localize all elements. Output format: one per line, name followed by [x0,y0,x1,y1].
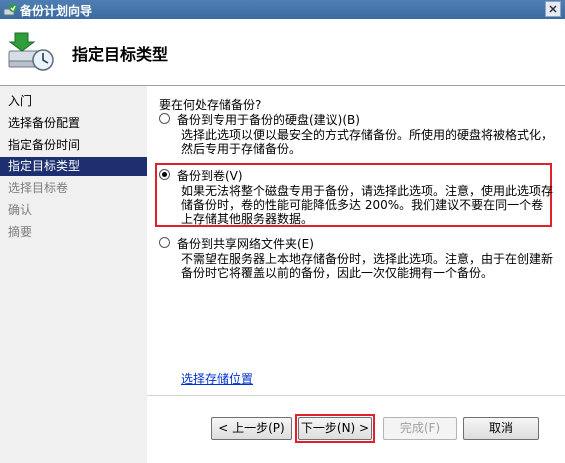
nav-item-getting-started[interactable]: 入门 [0,92,147,111]
cancel-button[interactable]: 取消 [463,417,539,440]
radio-volume[interactable] [159,169,170,180]
option-volume-description: 如果无法将整个磁盘专用于备份，请选择此选项。注意，使用此选项存储备份时，卷的性能… [181,184,554,226]
previous-button[interactable]: < 上一步(P) [211,417,292,440]
wizard-steps-nav: 入门 选择备份配置 指定备份时间 指定目标类型 选择目标卷 确认 摘要 [0,86,147,463]
nav-item-destination-volume: 选择目标卷 [8,181,69,195]
radio-dedicated-disk[interactable] [159,113,170,124]
page-title: 指定目标类型 [72,45,169,64]
option-dedicated-disk[interactable]: 备份到专用于备份的硬盘(建议)(B) 选择此选项以便以最安全的方式存储备份。所使… [159,111,555,161]
close-button[interactable] [545,1,561,17]
option-volume-label[interactable]: 备份到卷(V) [177,167,243,184]
nav-item-summary: 摘要 [8,225,33,239]
option-network-folder-label[interactable]: 备份到共享网络文件夹(E) [177,235,314,252]
window-title: 备份计划向导 [20,4,93,18]
nav-item-confirmation: 确认 [8,203,33,217]
option-network-folder[interactable]: 备份到共享网络文件夹(E) 不需望在服务器上本地存储备份时，选择此选项。注意，由… [159,235,555,285]
title-bar[interactable]: 备份计划向导 [0,0,565,19]
backup-disk-clock-icon [6,27,56,77]
option-dedicated-disk-description: 选择此选项以便以最安全的方式存储备份。所使用的硬盘将被格式化，然后专用于存储备份… [181,128,554,156]
finish-button: 完成(F) [383,417,457,440]
close-icon [549,5,557,13]
wizard-header: 指定目标类型 [0,19,565,86]
backup-wizard-icon [3,3,17,17]
option-volume[interactable]: 备份到卷(V) 如果无法将整个磁盘专用于备份，请选择此选项。注意，使用此选项存储… [159,167,555,226]
wizard-content: 要在何处存储备份? 备份到专用于备份的硬盘(建议)(B) 选择此选项以便以最安全… [147,86,565,463]
option-network-folder-description: 不需望在服务器上本地存储备份时，选择此选项。注意，由于在创建新备份时它将覆盖以前… [181,252,554,280]
nav-item-backup-time[interactable]: 指定备份时间 [0,136,147,155]
choose-storage-location-link[interactable]: 选择存储位置 [181,370,253,387]
next-button[interactable]: 下一步(N) > [298,417,372,440]
option-dedicated-disk-label[interactable]: 备份到专用于备份的硬盘(建议)(B) [177,111,360,128]
radio-network-folder[interactable] [159,237,170,248]
nav-item-destination-type[interactable]: 指定目标类型 [0,157,147,176]
backup-schedule-wizard-window: 备份计划向导 指定目标类型 入门 选择备份配置 指定备份时间 指定目标类型 选择… [0,0,565,463]
nav-item-backup-config[interactable]: 选择备份配置 [0,114,147,133]
footer-divider [147,395,565,396]
